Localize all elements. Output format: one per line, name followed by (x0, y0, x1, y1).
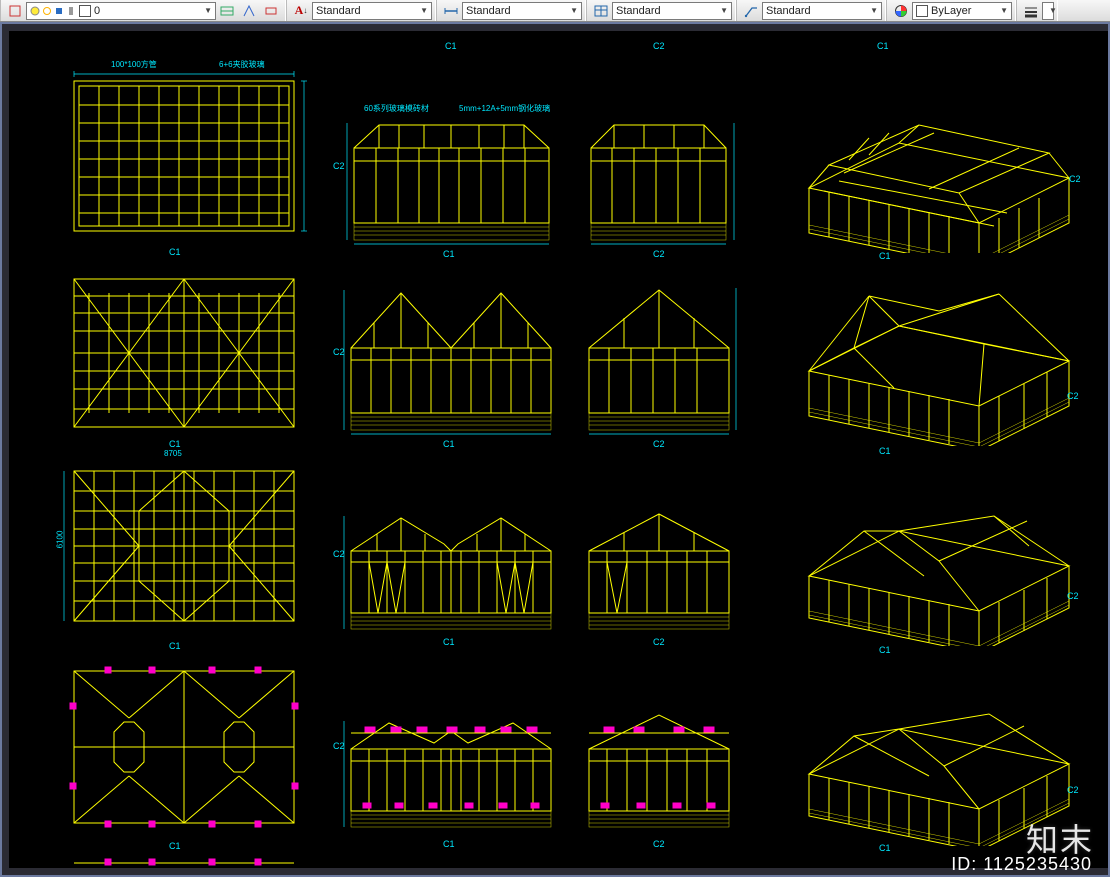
iso-view-4 (769, 676, 1089, 846)
view-label: C1 (443, 249, 455, 259)
table-style-dropdown[interactable]: Standard ▼ (612, 2, 732, 20)
chevron-down-icon: ▼ (996, 6, 1008, 15)
elev-side-4 (579, 691, 739, 836)
view-label: C2 (333, 161, 345, 171)
view-label: C2 (1067, 391, 1079, 401)
view-label: C2 (1069, 174, 1081, 184)
elev-front-2 (339, 278, 559, 438)
iso-view-2 (769, 266, 1089, 446)
elev-side-3 (579, 496, 739, 636)
drawing-frame: C1 C2 C1 100*100方管 6+6夹胶玻璃 C1 (0, 22, 1110, 877)
elev-side-2 (579, 278, 739, 438)
text-style-button[interactable]: A↓ (291, 2, 311, 20)
view-label: C1 (443, 439, 455, 449)
view-label: C1 (879, 843, 891, 853)
chevron-down-icon: ▼ (566, 6, 578, 15)
dim-style-value: Standard (466, 5, 511, 17)
layer-prev-button[interactable] (5, 2, 25, 20)
text-style-value: Standard (316, 5, 361, 17)
view-label: C1 (443, 637, 455, 647)
view-label: C1 (877, 41, 889, 51)
color-button[interactable] (891, 2, 911, 20)
chevron-down-icon: ▼ (866, 6, 878, 15)
text-style-dropdown[interactable]: Standard ▼ (312, 2, 432, 20)
view-label: C1 (879, 251, 891, 261)
drawing-canvas[interactable]: C1 C2 C1 100*100方管 6+6夹胶玻璃 C1 (9, 31, 1108, 868)
view-label: C1 (169, 247, 181, 257)
view-label: C1 (169, 439, 181, 449)
view-label: C1 (169, 841, 181, 851)
iso-view-3 (769, 476, 1089, 646)
view-label: C2 (653, 249, 665, 259)
view-label: C2 (653, 41, 665, 51)
view-label: C2 (653, 637, 665, 647)
top-toolbar: 0 ▼ A↓ Standard ▼ Standard ▼ Standard ▼ … (0, 0, 1110, 22)
layer-value: 0 (94, 5, 100, 17)
layer-iso-button[interactable] (261, 2, 281, 20)
elev-front-4 (339, 691, 559, 836)
view-label: C2 (333, 347, 345, 357)
view-label: C2 (1067, 785, 1079, 795)
table-style-value: Standard (616, 5, 661, 17)
mleader-style-dropdown[interactable]: Standard ▼ (762, 2, 882, 20)
plan-view-3 (49, 461, 309, 636)
view-label: C2 (1067, 591, 1079, 601)
plan-view-5-crop (49, 857, 309, 868)
plan-view-2 (49, 271, 309, 441)
view-label: C2 (333, 549, 345, 559)
chevron-down-icon: ▼ (716, 6, 728, 15)
note: 6+6夹胶玻璃 (219, 59, 265, 70)
table-style-button[interactable] (591, 2, 611, 20)
mleader-style-value: Standard (766, 5, 811, 17)
color-value: ByLayer (931, 5, 971, 17)
chevron-down-icon: ▼ (416, 6, 428, 15)
plan-view-4 (49, 663, 309, 839)
chevron-down-icon: ▼ (200, 6, 212, 15)
view-label: C2 (333, 741, 345, 751)
lineweight-button[interactable] (1021, 2, 1041, 20)
dim-style-dropdown[interactable]: Standard ▼ (462, 2, 582, 20)
note: 100*100方管 (111, 59, 157, 70)
view-label: C1 (879, 645, 891, 655)
layer-dropdown[interactable]: 0 ▼ (26, 2, 216, 20)
view-label: C1 (443, 839, 455, 849)
color-dropdown[interactable]: ByLayer ▼ (912, 2, 1012, 20)
mleader-style-button[interactable] (741, 2, 761, 20)
dimension: 6100 (55, 531, 64, 549)
layer-match-button[interactable] (239, 2, 259, 20)
iso-view-1 (769, 93, 1089, 253)
lineweight-dropdown[interactable]: ▼ (1042, 2, 1054, 20)
elev-front-3 (339, 496, 559, 636)
view-label: C1 (879, 446, 891, 456)
view-label: C2 (653, 839, 665, 849)
view-label: C1 (445, 41, 457, 51)
view-label: C1 (169, 641, 181, 651)
elev-side-1 (579, 113, 739, 248)
chevron-down-icon: ▼ (1045, 6, 1057, 15)
elev-front-1 (339, 113, 559, 248)
dimension: 8705 (164, 449, 182, 458)
view-label: C2 (653, 439, 665, 449)
dim-style-button[interactable] (441, 2, 461, 20)
plan-view-1 (49, 71, 309, 246)
layer-states-button[interactable] (217, 2, 237, 20)
